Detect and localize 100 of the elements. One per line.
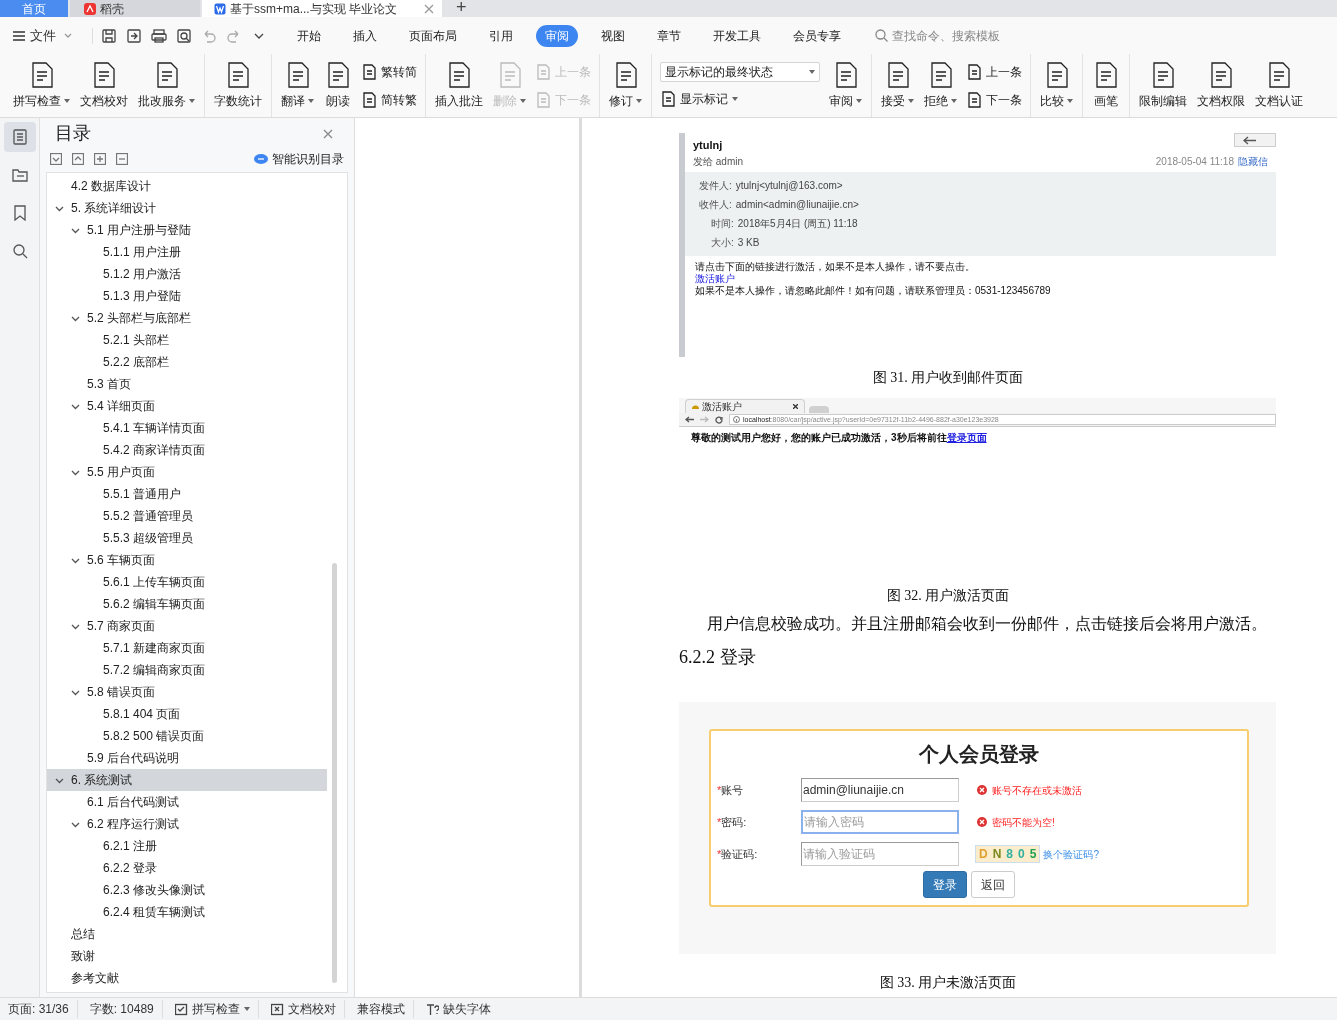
toc-item[interactable]: 5.1.3 用户登陆 [47,285,327,307]
toc-item[interactable]: 5.2 头部栏与底部栏 [47,307,327,329]
toc-item[interactable]: 5.6.2 编辑车辆页面 [47,593,327,615]
toc-item[interactable]: 6.2.2 登录 [47,857,327,879]
collapse-icon[interactable] [50,153,62,165]
input-field[interactable]: 请输入验证码 [801,842,959,866]
toc-item[interactable]: 5.8.1 404 页面 [47,703,327,725]
toc-item[interactable]: 致谢 [47,945,327,967]
toc-item[interactable]: 5.4 详细页面 [47,395,327,417]
menu-tab[interactable]: 引用 [480,24,522,47]
input-field[interactable]: admin@liunaijie.cn [801,778,959,802]
input-field[interactable]: 请输入密码 [801,810,959,834]
expand-icon[interactable] [72,153,84,165]
menu-tab[interactable]: 开始 [288,24,330,47]
ribbon-button[interactable]: 接受 [878,54,917,117]
menu-tab[interactable]: 会员专享 [784,24,850,47]
toc-item[interactable]: 4.2 数据库设计 [47,175,327,197]
ribbon-button[interactable]: 修订 [606,54,645,117]
ribbon-button[interactable]: 比较 [1037,54,1076,117]
reply-button[interactable] [1234,133,1276,147]
menu-tab[interactable]: 章节 [648,24,690,47]
preview-icon[interactable] [176,27,192,44]
toc-item[interactable]: 5.5.2 普通管理员 [47,505,327,527]
toc-item[interactable]: 5.5.1 普通用户 [47,483,327,505]
search-field[interactable]: 查找命令、搜索模板 [875,26,1000,45]
hide-details-link[interactable]: 隐藏信 [1238,153,1268,169]
login-page-link[interactable]: 登录页面 [946,432,987,443]
new-tab-button[interactable]: + [444,0,479,17]
smart-toc-button[interactable]: 智能识别目录 [254,150,344,168]
toc-item[interactable]: 6.1 后台代码测试 [47,791,327,813]
scrollbar-thumb[interactable] [332,563,337,983]
form-button[interactable]: 返回 [971,871,1015,898]
toc-item[interactable]: 5.1 用户注册与登陆 [47,219,327,241]
toc-item[interactable]: 5.2.2 底部栏 [47,351,327,373]
ribbon-button[interactable]: 拼写检查 [10,54,73,117]
status-button[interactable]: 文档校对 [270,1000,345,1018]
menu-tab[interactable]: 审阅 [536,24,578,47]
tab[interactable]: 基于ssm+ma...与实现 毕业论文 [202,0,442,17]
toc-item[interactable]: 5. 系统详细设计 [47,197,327,219]
menu-tab[interactable]: 插入 [344,24,386,47]
status-button[interactable]: 缺失字体 [425,1000,499,1018]
toc-item[interactable]: 5.7 商家页面 [47,615,327,637]
browser-tab[interactable]: 激活账户 [685,399,805,413]
menu-tab[interactable]: 开发工具 [704,24,770,47]
ribbon-button[interactable]: 拒绝 [921,54,960,117]
ribbon-button[interactable]: 简转繁 [361,88,417,111]
form-button[interactable]: 登录 [923,871,967,898]
toc-item[interactable]: 6. 系统测试 [47,769,327,791]
toc-item[interactable]: 总结 [47,923,327,945]
ribbon-button[interactable]: 上一条 [966,60,1022,83]
toc-item[interactable]: 5.6.1 上传车辆页面 [47,571,327,593]
ribbon-button[interactable]: 限制编辑 [1136,54,1190,117]
ribbon-button[interactable]: 繁转简 [361,60,417,83]
toc-item[interactable]: 6.2.1 注册 [47,835,327,857]
ribbon-button[interactable]: 审阅 [826,54,865,117]
print-icon[interactable] [151,27,167,44]
refresh-captcha-link[interactable]: 换个验证码? [1043,846,1099,862]
close-icon[interactable] [793,404,798,409]
toc-item[interactable]: 5.7.1 新建商家页面 [47,637,327,659]
menu-tab[interactable]: 视图 [592,24,634,47]
ribbon-button[interactable]: 插入批注 [432,54,486,117]
toc-item[interactable]: 5.1.1 用户注册 [47,241,327,263]
menu-tab[interactable]: 页面布局 [400,24,466,47]
add-icon[interactable] [94,153,106,165]
toc-item[interactable]: 5.5 用户页面 [47,461,327,483]
toc-item[interactable]: 5.2.1 头部栏 [47,329,327,351]
ribbon-button[interactable]: 下一条 [966,88,1022,111]
toc-item[interactable]: 5.7.2 编辑商家页面 [47,659,327,681]
toc-item[interactable]: 5.8 错误页面 [47,681,327,703]
activation-link[interactable]: 激活账户 [695,272,735,285]
ribbon-button[interactable]: 翻译 [278,54,317,117]
ribbon-button[interactable]: 文档权限 [1194,54,1248,117]
tab[interactable]: 稻壳 [70,0,200,17]
ribbon-button[interactable]: 文档校对 [77,54,131,117]
back-arrow-icon[interactable] [685,416,694,423]
ribbon-button[interactable]: 批改服务 [135,54,198,117]
toc-item[interactable]: 5.3 首页 [47,373,327,395]
remove-icon[interactable] [116,153,128,165]
toc-item[interactable]: 5.5.3 超级管理员 [47,527,327,549]
reload-icon[interactable] [715,415,723,424]
ribbon-button[interactable]: 字数统计 [211,54,265,117]
save-icon[interactable] [101,27,117,44]
toc-item[interactable]: 6.2 程序运行测试 [47,813,327,835]
display-mode-select[interactable]: 显示标记的最终状态 [660,61,820,82]
toc-item[interactable]: 6.2.4 租赁车辆测试 [47,901,327,923]
toc-item[interactable]: 6.2.3 修改头像测试 [47,879,327,901]
toc-item[interactable]: 参考文献 [47,967,327,989]
ribbon-button[interactable]: 显示标记 [660,87,820,110]
toc-item[interactable]: 5.4.1 车辆详情页面 [47,417,327,439]
ribbon-button[interactable]: 文档认证 [1252,54,1306,117]
ribbon-button[interactable]: 朗读 [321,54,355,117]
toc-item[interactable]: 5.9 后台代码说明 [47,747,327,769]
ribbon-button[interactable]: 画笔 [1089,54,1123,117]
toc-item[interactable]: 5.1.2 用户激活 [47,263,327,285]
nav-button[interactable] [3,122,36,152]
toc-item[interactable]: 5.6 车辆页面 [47,549,327,571]
export-icon[interactable] [126,27,142,44]
toc-item[interactable]: 5.8.2 500 错误页面 [47,725,327,747]
toc-item[interactable]: 5.4.2 商家详情页面 [47,439,327,461]
file-menu[interactable]: 文件 [8,25,76,46]
